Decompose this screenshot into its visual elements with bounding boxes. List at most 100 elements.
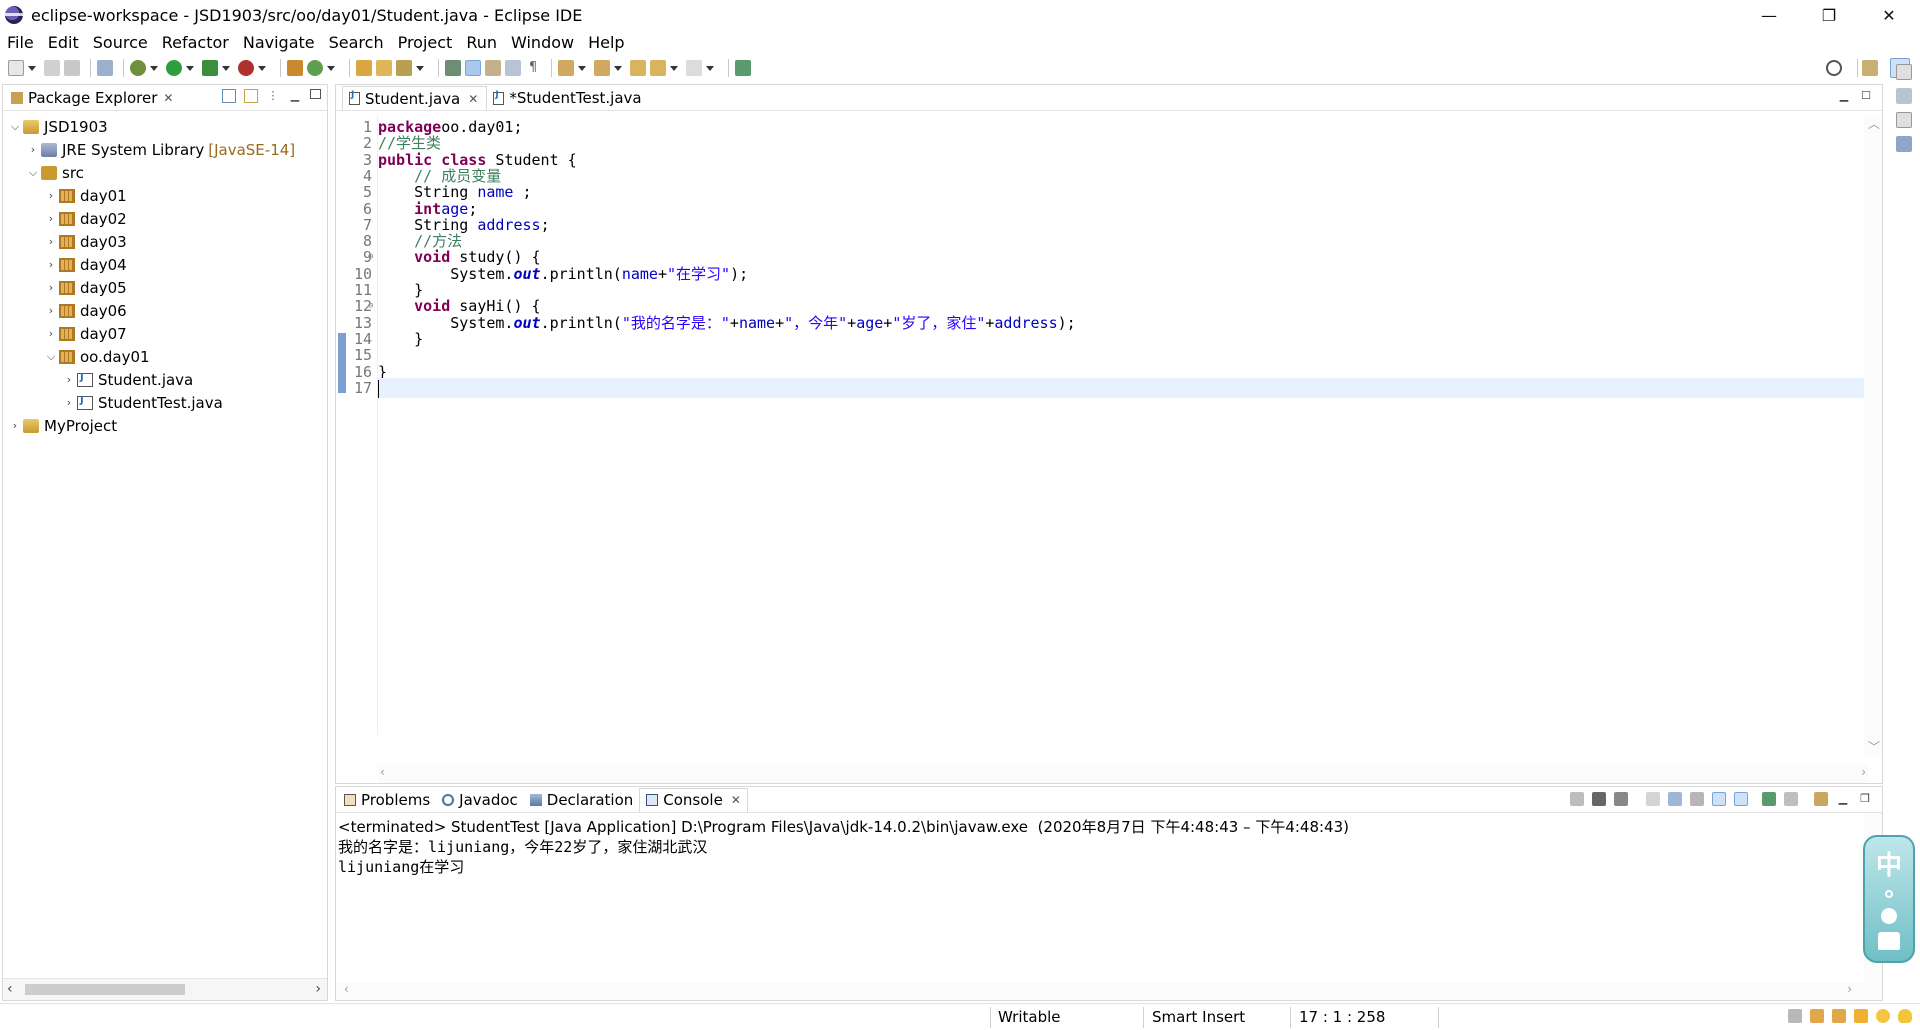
ime-mode-label[interactable]: 中 — [1876, 845, 1902, 882]
scroll-down-icon[interactable]: ﹀ — [1868, 738, 1880, 755]
console-horizontal-scrollbar[interactable]: ‹ › — [336, 982, 1882, 1000]
tree-item[interactable]: › MyProject — [3, 414, 327, 437]
scroll-left-icon[interactable]: ‹ — [7, 981, 13, 997]
restore-icon[interactable] — [1896, 112, 1912, 128]
tree-item[interactable]: ⌵ oo.day01 — [3, 345, 327, 368]
code-area[interactable]: 1 2 3 4 5 6 7 8 9 ⊖ 10 11 12 ⊖ 13 14 15 16 17 packageoo.da… — [336, 115, 1882, 735]
block-selection-icon[interactable] — [505, 60, 521, 76]
collapse-icon[interactable]: ⌵ — [27, 166, 39, 180]
cursor-position[interactable]: 17 : 1 : 258 — [1299, 1008, 1385, 1026]
menu-refactor[interactable]: Refactor — [155, 33, 236, 52]
show-on-stdout-icon[interactable] — [1712, 792, 1726, 806]
word-wrap-icon[interactable] — [1690, 792, 1704, 806]
previous-annotation-icon[interactable] — [594, 60, 610, 76]
tab-problems[interactable]: Problems — [338, 788, 436, 812]
restore-icon[interactable] — [1896, 64, 1912, 80]
new-class-dropdown-icon[interactable] — [327, 65, 335, 71]
expand-icon[interactable]: › — [45, 327, 57, 340]
expand-icon[interactable]: › — [45, 235, 57, 248]
open-folder-icon[interactable] — [376, 60, 392, 76]
expand-icon[interactable]: › — [63, 396, 75, 409]
run-dropdown-icon[interactable] — [186, 65, 194, 71]
tab-console[interactable]: Console ✕ — [639, 787, 748, 812]
tree-item[interactable]: › day07 — [3, 322, 327, 345]
tree-item[interactable]: ⌵ JSD1903 — [3, 115, 327, 138]
tree-item[interactable]: › day02 — [3, 207, 327, 230]
editor-horizontal-scrollbar[interactable]: ‹ › — [378, 765, 1868, 783]
external-tools-icon[interactable] — [238, 60, 254, 76]
ime-toolbar[interactable]: 中 — [1863, 835, 1915, 963]
menu-file[interactable]: File — [0, 33, 41, 52]
next-annotation-dropdown-icon[interactable] — [578, 65, 586, 71]
expand-icon[interactable]: › — [45, 189, 57, 202]
expand-icon[interactable]: › — [45, 304, 57, 317]
link-with-editor-icon[interactable] — [244, 89, 258, 103]
console-output[interactable]: <terminated> StudentTest [Java Applicati… — [338, 817, 1862, 982]
lightbulb-icon[interactable] — [1898, 1009, 1912, 1023]
task-list-icon[interactable] — [1896, 88, 1912, 104]
toggle-annotation-icon[interactable] — [445, 60, 461, 76]
back-icon[interactable] — [650, 60, 666, 76]
insert-mode-status[interactable]: Smart Insert — [1152, 1008, 1245, 1026]
open-perspective-icon[interactable] — [1862, 60, 1878, 76]
expand-icon[interactable]: › — [45, 212, 57, 225]
close-icon[interactable]: ✕ — [731, 793, 741, 807]
tree-item[interactable]: › day05 — [3, 276, 327, 299]
hat-icon[interactable] — [1832, 1009, 1846, 1023]
code-lines[interactable]: packageoo.day01;//学生类 public class Studen… — [378, 115, 1878, 735]
editor-vertical-scrollbar[interactable]: ︿ ﹀ — [1864, 115, 1882, 755]
open-type-icon[interactable] — [356, 60, 372, 76]
back-dropdown-icon[interactable] — [670, 65, 678, 71]
forward-icon[interactable] — [686, 60, 702, 76]
scroll-up-icon[interactable]: ︿ — [1868, 115, 1880, 132]
search-tool-icon[interactable] — [396, 60, 412, 76]
tab-studenttest-java[interactable]: *StudentTest.java — [487, 86, 649, 110]
outline-icon[interactable] — [1896, 136, 1912, 152]
tab-declaration[interactable]: Declaration — [524, 788, 639, 812]
menu-edit[interactable]: Edit — [41, 33, 86, 52]
scroll-left-icon[interactable]: ‹ — [380, 765, 385, 779]
collapse-all-icon[interactable] — [222, 89, 236, 103]
terminate-icon[interactable] — [1570, 792, 1584, 806]
scroll-thumb[interactable] — [25, 984, 185, 995]
last-edit-location-icon[interactable] — [630, 60, 646, 76]
close-icon[interactable]: ✕ — [468, 92, 478, 106]
menu-run[interactable]: Run — [459, 33, 504, 52]
line-number-gutter[interactable]: 1 2 3 4 5 6 7 8 9 ⊖ 10 11 12 ⊖ 13 14 15 16 17 — [346, 115, 378, 735]
tab-package-explorer[interactable]: Package Explorer ✕ — [7, 86, 177, 110]
expand-icon[interactable]: › — [45, 258, 57, 271]
next-annotation-icon[interactable] — [558, 60, 574, 76]
open-console-icon[interactable] — [1814, 792, 1828, 806]
menu-project[interactable]: Project — [391, 33, 460, 52]
scroll-right-icon[interactable]: › — [1861, 765, 1866, 779]
close-window-button[interactable]: ✕ — [1866, 0, 1912, 30]
mark-occurrences-icon[interactable] — [465, 60, 481, 76]
run-icon[interactable] — [166, 60, 182, 76]
collapse-icon[interactable]: ⌵ — [45, 350, 57, 364]
half-width-icon[interactable] — [1881, 908, 1897, 924]
minimize-view-icon[interactable]: ▁ — [288, 89, 302, 103]
tree-item[interactable]: › day06 — [3, 299, 327, 322]
expand-icon[interactable]: › — [27, 143, 39, 156]
progress-icon[interactable] — [1788, 1009, 1802, 1023]
maximize-view-icon[interactable] — [310, 89, 321, 99]
explorer-horizontal-scrollbar[interactable]: ‹ › — [3, 978, 327, 1000]
tree-item[interactable]: › JRE System Library [JavaSE-14] — [3, 138, 327, 161]
search-dropdown-icon[interactable] — [416, 65, 424, 71]
previous-annotation-dropdown-icon[interactable] — [614, 65, 622, 71]
pin-console-icon[interactable] — [1762, 792, 1776, 806]
skip-breakpoints-icon[interactable] — [97, 60, 113, 76]
restore-view-icon[interactable]: ❐ — [1858, 792, 1872, 806]
tree-item[interactable]: › Student.java — [3, 368, 327, 391]
word-wrap-icon[interactable] — [485, 60, 501, 76]
close-icon[interactable]: ✕ — [163, 91, 173, 105]
skin-icon[interactable] — [1878, 932, 1900, 950]
pin-editor-icon[interactable] — [735, 60, 751, 76]
smile-icon[interactable] — [1876, 1009, 1890, 1023]
expand-icon[interactable]: › — [9, 419, 21, 432]
remove-all-terminated-icon[interactable] — [1614, 792, 1628, 806]
search-icon[interactable] — [1826, 60, 1842, 76]
minimize-button[interactable]: — — [1746, 0, 1792, 30]
menu-search[interactable]: Search — [322, 33, 391, 52]
save-icon[interactable] — [44, 60, 60, 76]
